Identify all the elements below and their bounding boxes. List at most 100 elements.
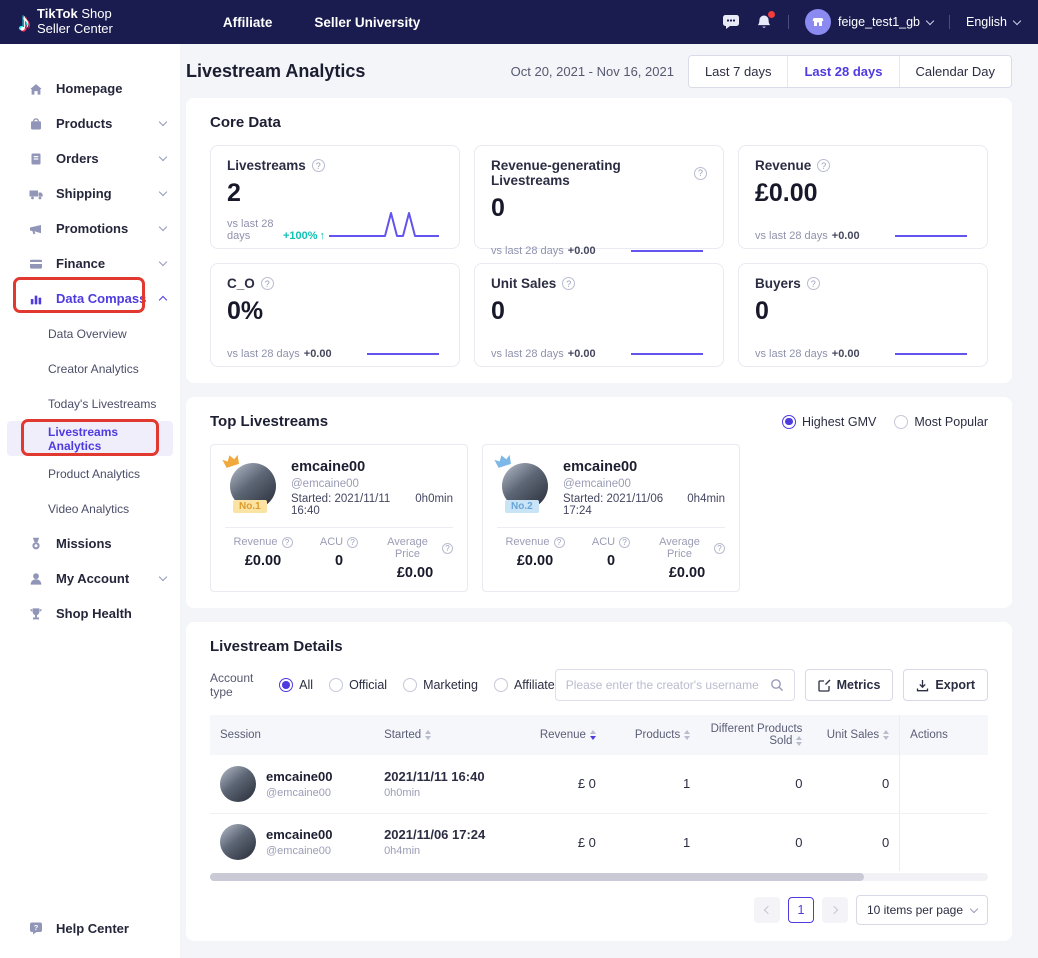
info-icon[interactable]: ?: [807, 277, 820, 290]
bag-icon: [28, 116, 44, 132]
top-nav-links: Affiliate Seller University: [223, 15, 420, 30]
top-livestream-card-2[interactable]: No.2 emcaine00 @emcaine00 Started: 2021/…: [482, 444, 740, 592]
sidebar-item-products[interactable]: Products: [0, 106, 180, 141]
column-header-products[interactable]: Products: [606, 715, 700, 755]
pagination-prev-button[interactable]: [754, 897, 780, 923]
column-header-actions: Actions: [900, 715, 988, 755]
radio-most-popular[interactable]: Most Popular: [894, 415, 988, 429]
messages-icon[interactable]: [722, 14, 740, 30]
sparkline-chart: [627, 223, 707, 257]
info-icon[interactable]: ?: [817, 159, 830, 172]
livestream-details-panel: Livestream Details Account type All Offi…: [186, 622, 1012, 941]
pagination-page-1[interactable]: 1: [788, 897, 814, 923]
sidebar-subitem-livestreams-analytics[interactable]: Livestreams Analytics: [7, 421, 173, 456]
user-avatar: [805, 9, 831, 35]
sidebar-subitem-creator-analytics[interactable]: Creator Analytics: [0, 351, 180, 386]
info-icon[interactable]: ?: [562, 277, 575, 290]
metrics-button[interactable]: Metrics: [805, 669, 894, 701]
metric-card-buyers: Buyers? 0 vs last 28 days +0.00: [738, 263, 988, 367]
sparkline-chart: [627, 326, 707, 360]
language-label: English: [966, 15, 1007, 29]
notifications-bell-icon[interactable]: [756, 14, 772, 31]
sidebar-subitem-product-analytics[interactable]: Product Analytics: [0, 456, 180, 491]
bar-chart-icon: [28, 291, 44, 307]
info-icon[interactable]: ?: [261, 277, 274, 290]
sidebar-item-missions[interactable]: Missions: [0, 526, 180, 561]
truck-icon: [28, 186, 44, 202]
pagination-next-button[interactable]: [822, 897, 848, 923]
sidebar-item-shop-health[interactable]: Shop Health: [0, 596, 180, 631]
creator-name: emcaine00: [291, 459, 453, 475]
radio-label: Official: [349, 678, 387, 692]
username: feige_test1_gb: [838, 15, 920, 29]
info-icon[interactable]: ?: [619, 537, 630, 548]
radio-account-marketing[interactable]: Marketing: [403, 678, 478, 692]
info-icon[interactable]: ?: [282, 537, 293, 548]
nav-link-seller-university[interactable]: Seller University: [314, 15, 420, 30]
table-row[interactable]: emcaine00@emcaine00 2021/11/11 16:400h0m…: [210, 755, 988, 813]
sidebar-item-shipping[interactable]: Shipping: [0, 176, 180, 211]
metric-label: ACU: [320, 536, 343, 548]
sidebar-item-orders[interactable]: Orders: [0, 141, 180, 176]
tiktok-logo[interactable]: ♪ TikTok Shop Seller Center: [18, 7, 113, 37]
sidebar-item-promotions[interactable]: Promotions: [0, 211, 180, 246]
sidebar-item-data-compass[interactable]: Data Compass: [0, 281, 180, 316]
column-header-different-products-sold[interactable]: Different Products Sold: [700, 715, 812, 755]
metric-label: Revenue: [233, 536, 277, 548]
info-icon[interactable]: ?: [714, 543, 725, 554]
info-icon[interactable]: ?: [554, 537, 565, 548]
info-icon[interactable]: ?: [442, 543, 453, 554]
sparkline-chart: [891, 326, 971, 360]
page-header: Livestream Analytics Oct 20, 2021 - Nov …: [180, 44, 1038, 98]
sidebar-subitem-video-analytics[interactable]: Video Analytics: [0, 491, 180, 526]
divider: [949, 15, 950, 29]
metric-card-livestreams: Livestreams? 2 vs last 28 days +100% ↑: [210, 145, 460, 249]
horizontal-scrollbar-track: [210, 873, 988, 881]
info-icon[interactable]: ?: [694, 167, 707, 180]
range-button-last-28-days[interactable]: Last 28 days: [787, 56, 898, 87]
chevron-left-icon: [764, 906, 772, 914]
creator-handle: @emcaine00: [291, 478, 453, 490]
metric-label: Revenue-generating Livestreams: [491, 158, 688, 188]
compare-label: vs last 28 days: [227, 218, 279, 242]
medal-icon: [28, 536, 44, 552]
sidebar-item-label: Shop Health: [56, 606, 132, 621]
radio-highest-gmv[interactable]: Highest GMV: [782, 415, 876, 429]
logo-subtitle: Seller Center: [37, 22, 113, 37]
metric-label: Revenue: [505, 536, 549, 548]
radio-account-affiliate[interactable]: Affiliate: [494, 678, 555, 692]
radio-label: All: [299, 678, 313, 692]
metric-card-revenue: Revenue? £0.00 vs last 28 days +0.00: [738, 145, 988, 249]
top-livestream-card-1[interactable]: No.1 emcaine00 @emcaine00 Started: 2021/…: [210, 444, 468, 592]
creator-search-input[interactable]: [566, 678, 770, 692]
chevron-down-icon: [159, 188, 167, 196]
sidebar-subitem-todays-livestreams[interactable]: Today's Livestreams: [0, 386, 180, 421]
sidebar-item-label: Homepage: [56, 81, 122, 96]
column-header-revenue[interactable]: Revenue: [517, 715, 606, 755]
info-icon[interactable]: ?: [347, 537, 358, 548]
account-menu[interactable]: feige_test1_gb: [805, 9, 933, 35]
page-size-dropdown[interactable]: 10 items per page: [856, 895, 988, 925]
sidebar-item-homepage[interactable]: Homepage: [0, 71, 180, 106]
nav-link-affiliate[interactable]: Affiliate: [223, 15, 273, 30]
table-row[interactable]: emcaine00@emcaine00 2021/11/06 17:240h4m…: [210, 813, 988, 871]
sidebar: Homepage Products Orders Shipping Promot…: [0, 44, 180, 958]
range-button-calendar-day[interactable]: Calendar Day: [899, 56, 1012, 87]
subitem-label: Today's Livestreams: [48, 397, 156, 411]
sidebar-item-my-account[interactable]: My Account: [0, 561, 180, 596]
help-center[interactable]: ? Help Center: [28, 920, 129, 936]
sidebar-item-finance[interactable]: Finance: [0, 246, 180, 281]
radio-account-official[interactable]: Official: [329, 678, 387, 692]
column-header-started[interactable]: Started: [374, 715, 517, 755]
horizontal-scrollbar-thumb[interactable]: [210, 873, 864, 881]
info-icon[interactable]: ?: [312, 159, 325, 172]
range-button-last-7-days[interactable]: Last 7 days: [689, 56, 788, 87]
radio-account-all[interactable]: All: [279, 678, 313, 692]
language-menu[interactable]: English: [966, 15, 1020, 29]
sparkline-chart: [325, 208, 443, 242]
export-button[interactable]: Export: [903, 669, 988, 701]
sidebar-subitem-data-overview[interactable]: Data Overview: [0, 316, 180, 351]
account-type-radio-group: All Official Marketing Affiliate: [279, 678, 555, 692]
column-header-unit-sales[interactable]: Unit Sales: [812, 715, 899, 755]
search-icon[interactable]: [770, 678, 784, 692]
